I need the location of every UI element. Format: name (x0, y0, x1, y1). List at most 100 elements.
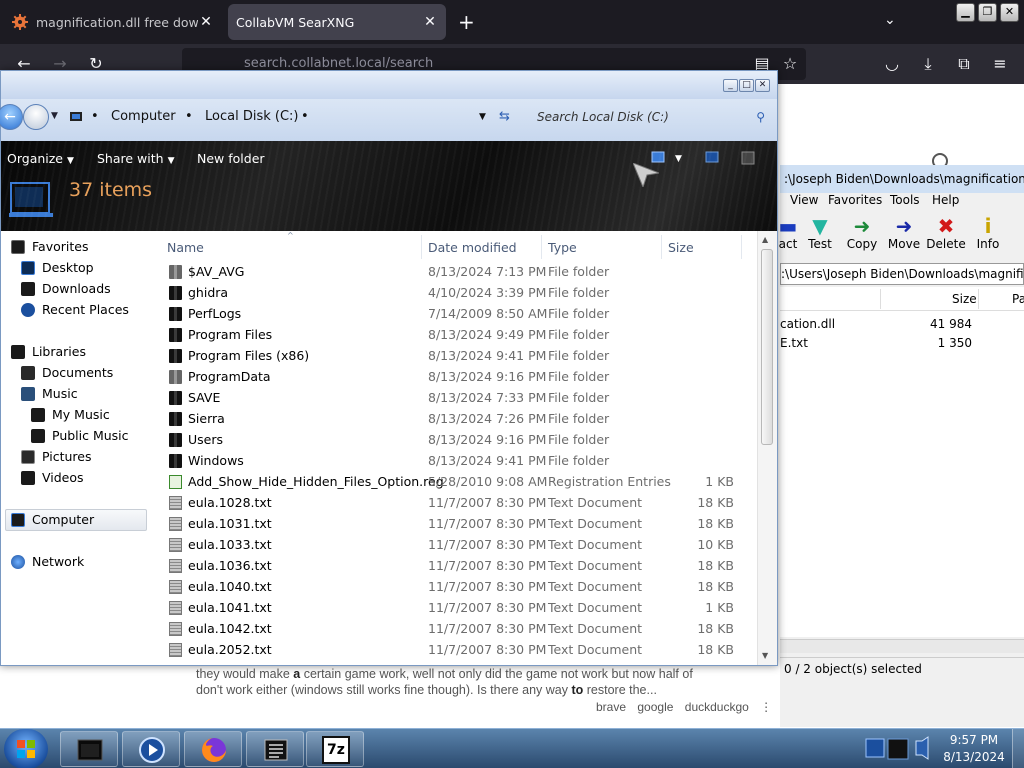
table-row[interactable]: Users 8/13/2024 9:16 PM File folder (157, 429, 757, 450)
breadcrumb-computer[interactable]: Computer (111, 105, 176, 129)
scroll-up-icon[interactable]: ▲ (762, 235, 768, 244)
table-row[interactable]: SAVE 8/13/2024 7:33 PM File folder (157, 387, 757, 408)
move-button[interactable]: ➜ Move (882, 215, 926, 251)
downloads-icon[interactable]: ⤓ (918, 54, 938, 74)
list-item[interactable]: cation.dll 41 984 (780, 315, 1024, 334)
close-button[interactable]: ✕ (755, 79, 770, 92)
table-row[interactable]: eula.1042.txt 11/7/2007 8:30 PM Text Docum… (157, 618, 757, 639)
menu-tools[interactable]: Tools (890, 193, 920, 207)
bookmark-star-icon[interactable]: ☆ (780, 54, 800, 73)
copy-button[interactable]: ➜ Copy (840, 215, 884, 251)
menu-favorites[interactable]: Favorites (828, 193, 882, 207)
forward-arrow-icon[interactable] (23, 104, 49, 130)
taskbar-media-player-button[interactable] (122, 731, 180, 767)
nav-downloads[interactable]: Downloads (21, 279, 111, 299)
table-row[interactable]: Windows 8/13/2024 9:41 PM File folder (157, 450, 757, 471)
extensions-icon[interactable]: ⧉ (954, 54, 974, 74)
nav-my-music[interactable]: My Music (31, 405, 110, 425)
close-button[interactable]: ✕ (1000, 3, 1019, 22)
breadcrumb-separator-icon[interactable]: • (185, 105, 193, 129)
more-options-icon[interactable]: ⋮ (760, 700, 772, 714)
column-type[interactable]: Type (548, 240, 577, 255)
table-row[interactable]: PerfLogs 7/14/2009 8:50 AM File folder (157, 303, 757, 324)
table-row[interactable]: eula.1040.txt 11/7/2007 8:30 PM Text Docum… (157, 576, 757, 597)
clock[interactable]: 9:57 PM 8/13/2024 (938, 732, 1010, 766)
pocket-icon[interactable]: ◡ (882, 54, 902, 73)
breadcrumb-separator-icon[interactable]: • (91, 105, 99, 129)
nav-public-music[interactable]: Public Music (31, 426, 129, 446)
table-row[interactable]: $AV_AVG 8/13/2024 7:13 PM File folder (157, 261, 757, 282)
new-folder-button[interactable]: New folder (197, 151, 265, 166)
scroll-down-icon[interactable]: ▼ (762, 651, 768, 660)
menu-help[interactable]: Help (932, 193, 959, 207)
nav-libraries[interactable]: Libraries (11, 342, 86, 362)
delete-button[interactable]: ✖ Delete (924, 215, 968, 251)
back-arrow-icon[interactable]: ← (0, 104, 23, 130)
recent-pages-chevron-icon[interactable]: ▼ (51, 111, 58, 121)
refresh-icon[interactable]: ⇆ (499, 105, 510, 129)
engine-link-brave[interactable]: brave (596, 700, 626, 714)
tab-collabvm-searxng[interactable]: CollabVM SearXNG ✕ (228, 4, 446, 40)
search-input[interactable]: Search Local Disk (C:) ⚲ (529, 105, 771, 129)
vertical-scrollbar[interactable]: ▲ ▼ (757, 231, 777, 665)
breadcrumb-separator-icon[interactable]: • (301, 105, 309, 129)
table-row[interactable]: Program Files 8/13/2024 9:49 PM File folde… (157, 324, 757, 345)
scrollbar-thumb[interactable] (761, 249, 773, 445)
tab-magnification-download[interactable]: magnification.dll free download ✕ (4, 4, 222, 40)
table-row[interactable]: eula.1028.txt 11/7/2007 8:30 PM Text Docum… (157, 492, 757, 513)
taskbar-terminal-button[interactable] (246, 731, 304, 767)
table-row[interactable]: eula.2052.txt 11/7/2007 8:30 PM Text Docum… (157, 639, 757, 660)
nav-network[interactable]: Network (11, 552, 84, 572)
list-item[interactable]: E.txt 1 350 (780, 334, 1024, 353)
minimize-button[interactable]: ▁ (956, 3, 975, 22)
column-name[interactable]: Name (167, 240, 204, 255)
7zip-address-bar[interactable]: :\Users\Joseph Biden\Downloads\magnifica… (780, 263, 1024, 285)
menu-view[interactable]: View (790, 193, 818, 207)
organize-button[interactable]: Organize ▼ (7, 151, 74, 166)
tab-close-icon[interactable]: ✕ (422, 14, 438, 30)
preview-pane-icon[interactable] (705, 151, 719, 166)
list-all-tabs-icon[interactable]: ⌄ (884, 12, 896, 28)
breadcrumb-local-disk[interactable]: Local Disk (C:) (205, 105, 298, 129)
menu-hamburger-icon[interactable]: ≡ (990, 54, 1010, 73)
table-row[interactable]: Sierra 8/13/2024 7:26 PM File folder (157, 408, 757, 429)
taskbar-explorer-button[interactable] (60, 731, 118, 767)
nav-music[interactable]: Music (21, 384, 78, 404)
tab-close-icon[interactable]: ✕ (198, 14, 214, 30)
table-row[interactable]: ghidra 4/10/2024 3:39 PM File folder (157, 282, 757, 303)
taskbar-7zip-button[interactable]: 7z (306, 731, 364, 767)
column-packed[interactable]: Pa (1012, 292, 1024, 306)
new-tab-button[interactable]: + (458, 10, 475, 34)
share-with-button[interactable]: Share with ▼ (97, 151, 174, 166)
test-button[interactable]: ▼ Test (798, 215, 842, 251)
minimize-button[interactable]: _ (723, 79, 738, 92)
show-desktop-button[interactable] (1012, 729, 1024, 768)
nav-computer[interactable]: Computer (11, 510, 94, 530)
horizontal-scrollbar[interactable] (780, 639, 1024, 653)
column-size[interactable]: Size (668, 240, 694, 255)
explorer-title-bar[interactable]: _ □ ✕ (1, 71, 777, 99)
table-row[interactable]: eula.1041.txt 11/7/2007 8:30 PM Text Docum… (157, 597, 757, 618)
breadcrumb[interactable]: • Computer • Local Disk (C:) • ▼ ⇆ (69, 105, 510, 129)
view-options-chevron-icon[interactable]: ▼ (675, 154, 682, 164)
help-icon[interactable] (741, 151, 755, 168)
search-icon[interactable]: ⚲ (756, 105, 765, 129)
nav-pictures[interactable]: Pictures (21, 447, 92, 467)
maximize-button[interactable]: □ (739, 79, 754, 92)
start-button[interactable] (4, 729, 48, 768)
column-date-modified[interactable]: Date modified (428, 240, 517, 255)
table-row[interactable]: eula.1033.txt 11/7/2007 8:30 PM Text Docum… (157, 534, 757, 555)
nav-documents[interactable]: Documents (21, 363, 113, 383)
maximize-button[interactable]: ❐ (978, 3, 997, 22)
nav-favorites[interactable]: Favorites (11, 237, 88, 257)
nav-recent-places[interactable]: Recent Places (21, 300, 129, 320)
address-dropdown-icon[interactable]: ▼ (479, 105, 486, 129)
info-button[interactable]: i Info (966, 215, 1010, 251)
engine-link-duckduckgo[interactable]: duckduckgo (685, 700, 749, 714)
table-row[interactable]: eula.1031.txt 11/7/2007 8:30 PM Text Docum… (157, 513, 757, 534)
table-row[interactable]: Program Files (x86) 8/13/2024 9:41 PM File… (157, 345, 757, 366)
taskbar-firefox-button[interactable] (184, 731, 242, 767)
nav-desktop[interactable]: Desktop (21, 258, 94, 278)
engine-link-google[interactable]: google (637, 700, 673, 714)
nav-videos[interactable]: Videos (21, 468, 84, 488)
